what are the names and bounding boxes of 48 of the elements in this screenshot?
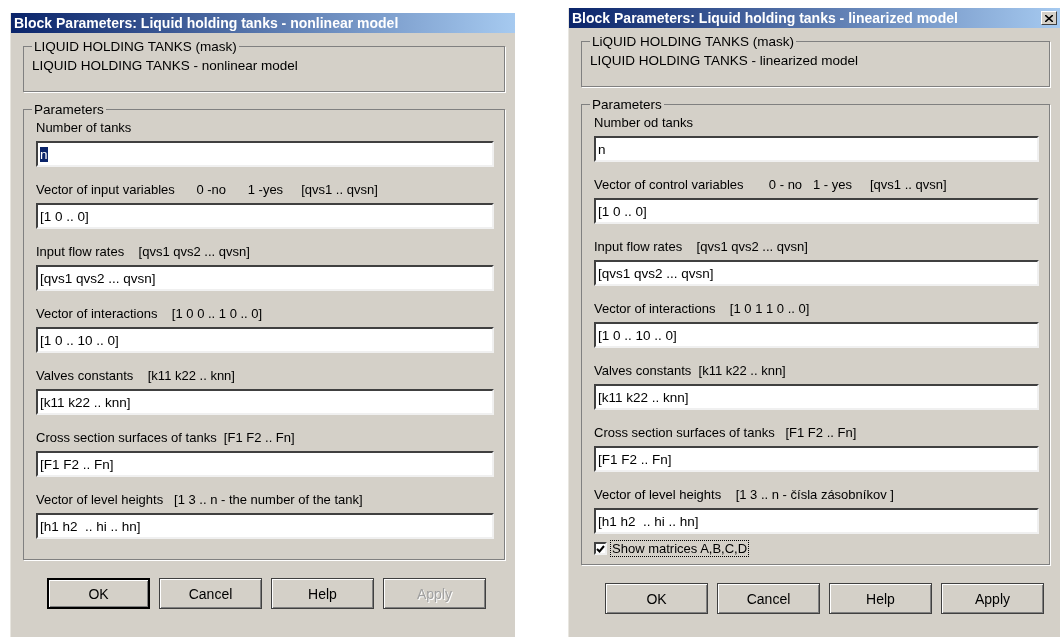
input-field[interactable]: [1 0 .. 0] xyxy=(594,198,1039,224)
field-label: Cross section surfaces of tanks [F1 F2 .. Fn] xyxy=(594,425,858,442)
checkbox-label[interactable]: Show matrices A,B,C,D xyxy=(611,541,749,556)
group-title: Parameters xyxy=(591,97,663,112)
field-label: Vector of level heights [1 3 .. n - the number of the tank] xyxy=(36,492,364,509)
field-label: Cross section surfaces of tanks [F1 F2 .. Fn] xyxy=(36,430,296,447)
field-label: Vector of level heights [1 3 .. n - čísla zásobníkov ] xyxy=(594,487,895,504)
field-label: Valves constants [k11 k22 .. knn] xyxy=(594,363,787,380)
dialog-button[interactable]: Cancel xyxy=(717,583,820,614)
dialog-button[interactable]: OK xyxy=(47,578,150,609)
input-field[interactable]: [1 0 .. 0] xyxy=(36,203,494,229)
mask-description: LIQUID HOLDING TANKS - linearized model xyxy=(590,53,860,68)
input-field[interactable]: [qvs1 qvs2 ... qvsn] xyxy=(36,265,494,291)
input-field[interactable]: n xyxy=(36,141,494,167)
field-label: Input flow rates [qvs1 qvs2 ... qvsn] xyxy=(36,244,251,261)
dialog-button[interactable]: Cancel xyxy=(159,578,262,609)
field-label: Input flow rates [qvs1 qvs2 ... qvsn] xyxy=(594,239,809,256)
input-field[interactable]: [k11 k22 .. knn] xyxy=(594,384,1039,410)
field-label: Vector of control variables 0 - no 1 - yes [qvs1 .. qvsn] xyxy=(594,177,948,194)
input-field[interactable]: [F1 F2 .. Fn] xyxy=(36,451,494,477)
close-icon xyxy=(1045,14,1053,22)
window-title: Block Parameters: Liquid holding tanks - nonlinear model xyxy=(14,15,399,31)
dialog-button[interactable]: Apply xyxy=(941,583,1044,614)
input-field[interactable]: [1 0 .. 10 .. 0] xyxy=(36,327,494,353)
input-field[interactable]: [qvs1 qvs2 ... qvsn] xyxy=(594,260,1039,286)
group-title: Parameters xyxy=(33,102,105,117)
input-field[interactable]: [h1 h2 .. hi .. hn] xyxy=(594,508,1039,534)
group-title: LIQUID HOLDING TANKS (mask) xyxy=(33,39,238,54)
field-label: Number od tanks xyxy=(594,115,694,132)
input-field[interactable]: n xyxy=(594,136,1039,162)
dialog-button[interactable]: Help xyxy=(271,578,374,609)
field-label: Vector of interactions [1 0 0 .. 1 0 .. 0] xyxy=(36,306,264,323)
dialog-button[interactable]: Help xyxy=(829,583,932,614)
checkbox[interactable] xyxy=(594,542,607,555)
window-title: Block Parameters: Liquid holding tanks - linearized model xyxy=(572,10,958,26)
input-field[interactable]: [h1 h2 .. hi .. hn] xyxy=(36,513,494,539)
field-label: Number of tanks xyxy=(36,120,133,137)
field-label: Valves constants [k11 k22 .. knn] xyxy=(36,368,236,385)
field-label: Vector of interactions [1 0 1 1 0 .. 0] xyxy=(594,301,811,318)
input-field[interactable]: [k11 k22 .. knn] xyxy=(36,389,494,415)
group-title: LiQUID HOLDING TANKS (mask) xyxy=(591,34,796,49)
dialog-button[interactable]: OK xyxy=(605,583,708,614)
input-field[interactable]: [F1 F2 .. Fn] xyxy=(594,446,1039,472)
mask-description: LIQUID HOLDING TANKS - nonlinear model xyxy=(32,58,299,73)
check-icon xyxy=(596,544,605,553)
close-button[interactable] xyxy=(1041,11,1057,25)
field-label: Vector of input variables 0 -no 1 -yes [qvs1 .. qvsn] xyxy=(36,182,379,199)
input-field[interactable]: [1 0 .. 10 .. 0] xyxy=(594,322,1039,348)
